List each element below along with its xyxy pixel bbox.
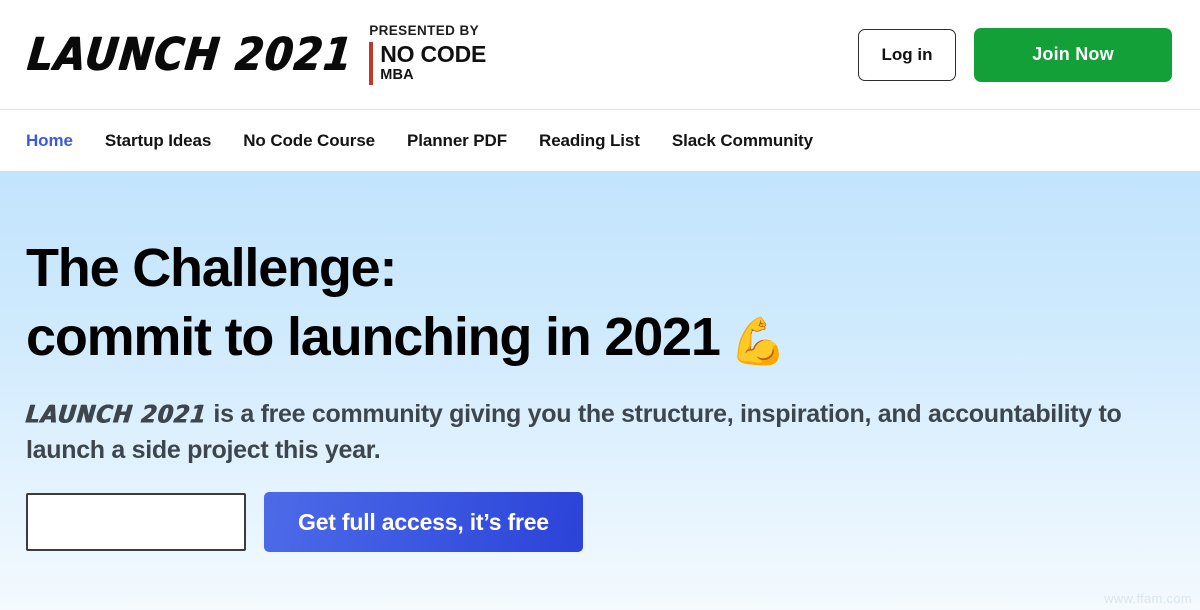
hero-heading-line-2: commit to launching in 2021 💪: [26, 303, 1174, 372]
presented-by-label: PRESENTED BY: [369, 23, 480, 39]
page-root: Launch 2021 PRESENTED BY NO CODE MBA Log…: [0, 0, 1200, 610]
get-full-access-button[interactable]: Get full access, it’s free: [264, 492, 583, 553]
signup-form: Get full access, it’s free: [26, 492, 1174, 553]
flexed-biceps-icon: 💪: [729, 313, 788, 368]
hero-heading-line-2-text: commit to launching in 2021: [26, 306, 721, 367]
top-header: Launch 2021 PRESENTED BY NO CODE MBA Log…: [0, 0, 1200, 110]
partner-logo: NO CODE MBA: [369, 42, 486, 85]
hero-section: The Challenge: commit to launching in 20…: [0, 172, 1200, 610]
brand-lockup[interactable]: Launch 2021 PRESENTED BY NO CODE MBA: [25, 23, 486, 85]
header-actions: Log in Join Now: [858, 27, 1172, 82]
login-button[interactable]: Log in: [858, 28, 956, 81]
launch-2021-logo[interactable]: Launch 2021: [25, 29, 356, 81]
nav-item-reading-list[interactable]: Reading List: [539, 131, 640, 151]
nav-item-no-code-course[interactable]: No Code Course: [243, 131, 375, 151]
hero-heading: The Challenge: commit to launching in 20…: [26, 234, 1174, 371]
nav-item-planner-pdf[interactable]: Planner PDF: [407, 131, 507, 151]
hero-subtext: Launch 2021 is a free community giving y…: [24, 397, 1136, 468]
email-input[interactable]: [26, 493, 246, 552]
partner-sub: MBA: [380, 67, 414, 84]
accent-bar-icon: [369, 41, 374, 85]
nav-item-home[interactable]: Home: [26, 131, 73, 151]
presented-by-block: PRESENTED BY NO CODE MBA: [367, 23, 486, 85]
partner-text: NO CODE MBA: [380, 42, 486, 85]
main-nav: Home Startup Ideas No Code Course Planne…: [0, 110, 1200, 172]
inline-launch-2021-logo: Launch 2021: [24, 401, 209, 430]
nav-item-slack-community[interactable]: Slack Community: [672, 131, 813, 151]
join-now-button[interactable]: Join Now: [974, 27, 1172, 82]
hero-heading-line-1: The Challenge:: [26, 238, 397, 298]
partner-name: NO CODE: [380, 40, 487, 67]
nav-item-startup-ideas[interactable]: Startup Ideas: [105, 131, 212, 151]
watermark: www.ffam.com: [1104, 591, 1192, 606]
